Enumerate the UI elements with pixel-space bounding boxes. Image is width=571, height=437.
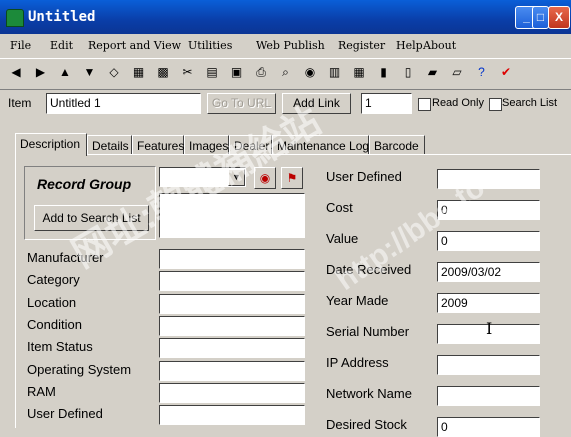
check-icon[interactable]: ✔ xyxy=(496,62,516,82)
print-icon[interactable]: ⎙ xyxy=(251,62,271,82)
menu-web-publish[interactable]: Web Publish xyxy=(256,39,325,52)
tab-description[interactable]: Description xyxy=(15,133,87,156)
searchlist-label: Search List xyxy=(502,97,558,109)
goto-url-button[interactable]: Go To URL xyxy=(207,93,276,114)
flag-icon[interactable]: ⚑ xyxy=(281,167,303,189)
tab-dealer[interactable]: Dealer xyxy=(229,135,272,155)
sort-icon[interactable]: ▦ xyxy=(129,62,149,82)
right-field-input[interactable] xyxy=(437,169,540,189)
delete-icon[interactable]: ▼ xyxy=(80,62,100,82)
tab-features[interactable]: Features xyxy=(132,135,184,155)
menu-report-and-view[interactable]: Report and View xyxy=(88,39,181,52)
right-field-label: Serial Number xyxy=(326,324,410,339)
left-field-input[interactable] xyxy=(159,293,305,314)
close-button[interactable]: X xyxy=(548,6,570,29)
menu-help[interactable]: Help xyxy=(396,39,423,52)
tab-images[interactable]: Images xyxy=(184,135,229,155)
right-field-input[interactable]: 2009/03/02 xyxy=(437,262,540,282)
right-field-input[interactable]: 0 xyxy=(437,231,540,251)
back-icon[interactable]: ◀ xyxy=(6,62,26,82)
left-field-input[interactable] xyxy=(159,360,305,381)
target-icon[interactable]: ◉ xyxy=(254,167,276,189)
tab-details[interactable]: Details xyxy=(87,135,132,155)
tab-barcode[interactable]: Barcode xyxy=(369,135,425,155)
collage-icon[interactable]: ▤ xyxy=(202,62,222,82)
window-title: Untitled xyxy=(28,9,96,25)
grid-icon[interactable]: ▣ xyxy=(227,62,247,82)
right-field-label: Cost xyxy=(326,200,353,215)
camera-icon[interactable]: ◉ xyxy=(300,62,320,82)
readonly-checkbox[interactable] xyxy=(418,98,431,111)
layout-icon[interactable]: ▯ xyxy=(398,62,418,82)
paste-icon[interactable]: ▲ xyxy=(55,62,75,82)
scissors-icon[interactable]: ✂ xyxy=(178,62,198,82)
columns-icon[interactable]: ▮ xyxy=(374,62,394,82)
left-field-label: Category xyxy=(27,272,80,288)
search-icon[interactable]: ⌕ xyxy=(276,62,296,82)
menu-edit[interactable]: Edit xyxy=(50,39,73,52)
record-group-notes[interactable] xyxy=(159,193,305,238)
item-row: Item Untitled 1 Go To URL Add Link 1 Rea… xyxy=(0,91,571,117)
menu-register[interactable]: Register xyxy=(338,39,385,52)
right-field-input[interactable]: 0 xyxy=(437,200,540,220)
help-icon[interactable]: ? xyxy=(472,62,492,82)
combo-arrow-icon[interactable]: ▼ xyxy=(228,169,245,186)
right-field-label: Date Received xyxy=(326,262,412,277)
left-field-input[interactable] xyxy=(159,338,305,359)
add-link-button[interactable]: Add Link xyxy=(282,93,351,114)
menu-utilities[interactable]: Utilities xyxy=(188,39,232,52)
record-group-title: Record Group xyxy=(37,176,132,192)
left-field-label: User Defined xyxy=(27,406,103,422)
add-to-search-list-button[interactable]: Add to Search List xyxy=(34,205,149,231)
searchlist-checkbox[interactable] xyxy=(489,98,502,111)
menu-bar: File Edit Report and View Utilities Web … xyxy=(0,36,571,56)
menu-about[interactable]: About xyxy=(423,39,456,52)
right-field-input[interactable]: 0 xyxy=(437,417,540,437)
chart-icon[interactable]: ▥ xyxy=(325,62,345,82)
report-icon[interactable]: ▩ xyxy=(153,62,173,82)
left-field-label: Operating System xyxy=(27,361,132,377)
filter-icon[interactable]: ◇ xyxy=(104,62,124,82)
tab-bar: Description Details Features Images Deal… xyxy=(15,133,571,156)
left-field-input[interactable] xyxy=(159,405,305,426)
left-field-label: Condition xyxy=(27,316,82,332)
text-cursor-icon: I xyxy=(486,319,493,338)
item-label: Item xyxy=(8,96,32,110)
right-field-input[interactable] xyxy=(437,355,540,375)
maximize-button[interactable]: □ xyxy=(532,6,549,29)
count-field[interactable]: 1 xyxy=(361,93,412,114)
left-field-label: RAM xyxy=(27,383,56,399)
right-field-label: Desired Stock xyxy=(326,417,407,432)
table-icon[interactable]: ▦ xyxy=(349,62,369,82)
title-bar: Untitled _ □ X xyxy=(0,0,571,34)
left-field-label: Manufacturer xyxy=(27,250,104,265)
left-field-input[interactable] xyxy=(159,382,305,403)
right-field-label: Value xyxy=(326,231,359,246)
left-field-label: Location xyxy=(27,294,77,310)
app-icon xyxy=(6,9,24,27)
right-field-input[interactable]: 2009 xyxy=(437,293,540,313)
right-field-label: Network Name xyxy=(326,386,412,401)
right-field-label: IP Address xyxy=(326,355,389,370)
right-field-label: User Defined xyxy=(326,169,402,184)
menu-file[interactable]: File xyxy=(10,39,31,52)
right-field-label: Year Made xyxy=(326,293,389,308)
right-field-input[interactable] xyxy=(437,386,540,406)
tab-maintenance-log[interactable]: Maintenance Log xyxy=(272,135,369,155)
left-field-input[interactable] xyxy=(159,271,305,292)
readonly-label: Read Only xyxy=(432,97,484,109)
forward-icon[interactable]: ▶ xyxy=(31,62,51,82)
left-field-input[interactable] xyxy=(159,249,305,269)
window-icon[interactable]: ▱ xyxy=(447,62,467,82)
left-field-input[interactable] xyxy=(159,315,305,336)
photo-icon[interactable]: ▰ xyxy=(423,62,443,82)
left-field-label: Item Status xyxy=(27,339,93,355)
toolbar: ◀ ▶ ▲ ▼ ◇ ▦ ▩ ✂ ▤ ▣ ⎙ ⌕ ◉ ▥ ▦ ▮ ▯ ▰ ▱? ✔ xyxy=(0,58,571,90)
item-name-field[interactable]: Untitled 1 xyxy=(46,93,201,114)
